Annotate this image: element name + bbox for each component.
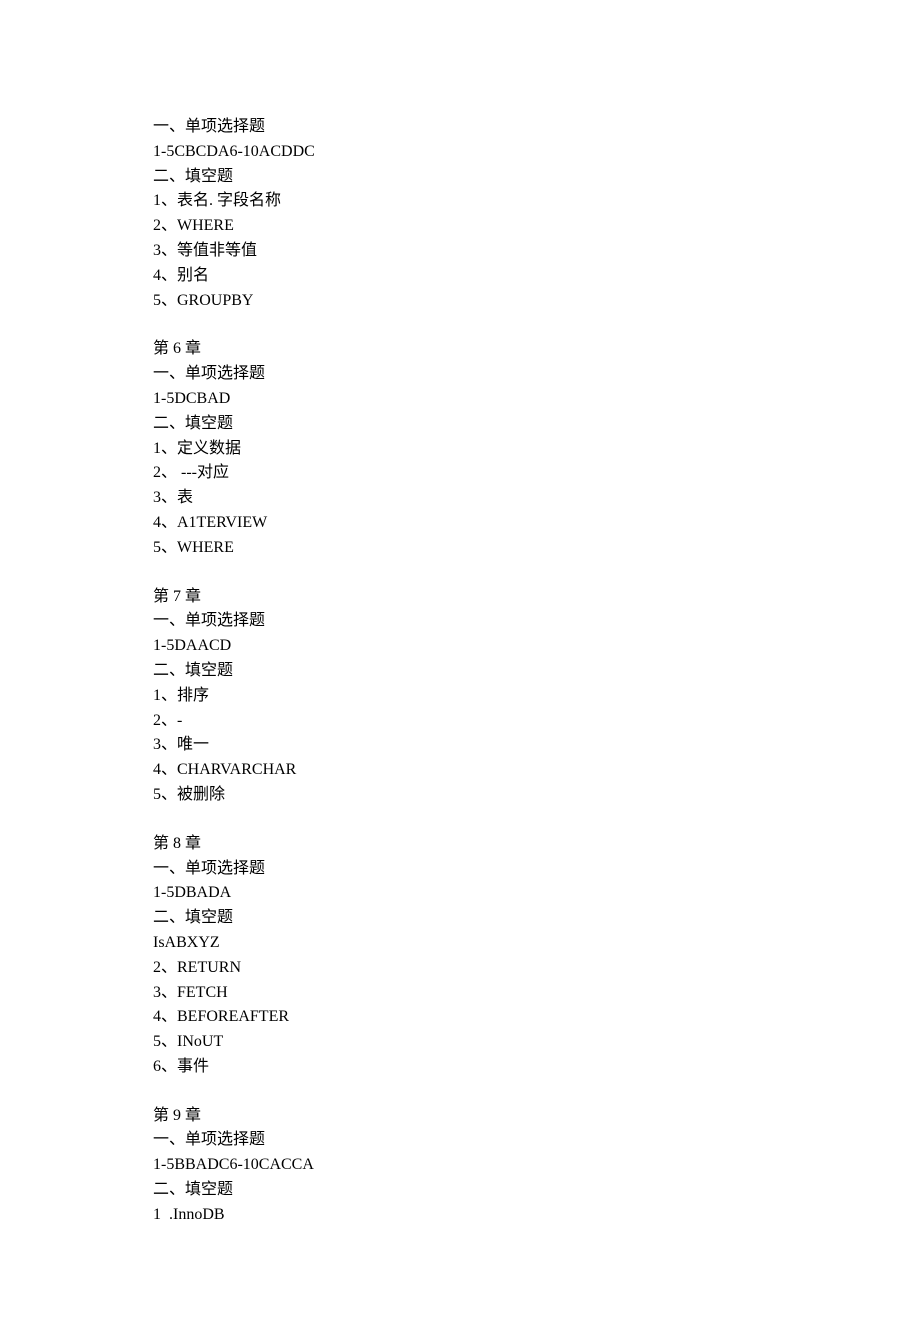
text-line: 4、BEFOREAFTER: [153, 1005, 767, 1030]
text-line: 1、定义数据: [153, 437, 767, 462]
text-line: 2、WHERE: [153, 214, 767, 239]
text-line: 一、单项选择题: [153, 609, 767, 634]
text-line: 二、填空题: [153, 659, 767, 684]
text-line: 4、CHARVARCHAR: [153, 758, 767, 783]
text-line: 第 8 章: [153, 832, 767, 857]
text-line: 2、 ---对应: [153, 461, 767, 486]
text-line: 第 9 章: [153, 1104, 767, 1129]
text-line: 1、排序: [153, 684, 767, 709]
text-line: 1-5DBADA: [153, 881, 767, 906]
text-line: 3、唯一: [153, 733, 767, 758]
text-line: 3、等值非等值: [153, 239, 767, 264]
text-line: 一、单项选择题: [153, 362, 767, 387]
text-line: 5、INoUT: [153, 1030, 767, 1055]
text-line: 2、RETURN: [153, 956, 767, 981]
text-line: 3、表: [153, 486, 767, 511]
text-line: 1-5CBCDA6-10ACDDC: [153, 140, 767, 165]
text-line: 一、单项选择题: [153, 1128, 767, 1153]
text-line: 一、单项选择题: [153, 857, 767, 882]
blank-line: [153, 561, 767, 585]
text-line: 1 .InnoDB: [153, 1203, 767, 1228]
text-line: 4、别名: [153, 264, 767, 289]
text-line: 二、填空题: [153, 165, 767, 190]
text-line: 1-5DCBAD: [153, 387, 767, 412]
text-line: 5、被删除: [153, 783, 767, 808]
document-body: 一、单项选择题1-5CBCDA6-10ACDDC二、填空题1、表名. 字段名称2…: [153, 115, 767, 1228]
text-line: 二、填空题: [153, 412, 767, 437]
text-line: 第 7 章: [153, 585, 767, 610]
text-line: 1-5DAACD: [153, 634, 767, 659]
text-line: 1-5BBADC6-10CACCA: [153, 1153, 767, 1178]
text-line: 5、GROUPBY: [153, 289, 767, 314]
blank-line: [153, 808, 767, 832]
text-line: 第 6 章: [153, 337, 767, 362]
blank-line: [153, 1080, 767, 1104]
text-line: 6、事件: [153, 1055, 767, 1080]
text-line: IsABXYZ: [153, 931, 767, 956]
text-line: 二、填空题: [153, 1178, 767, 1203]
text-line: 1、表名. 字段名称: [153, 189, 767, 214]
text-line: 2、-: [153, 709, 767, 734]
text-line: 4、A1TERVIEW: [153, 511, 767, 536]
text-line: 二、填空题: [153, 906, 767, 931]
text-line: 3、FETCH: [153, 981, 767, 1006]
blank-line: [153, 313, 767, 337]
text-line: 5、WHERE: [153, 536, 767, 561]
text-line: 一、单项选择题: [153, 115, 767, 140]
